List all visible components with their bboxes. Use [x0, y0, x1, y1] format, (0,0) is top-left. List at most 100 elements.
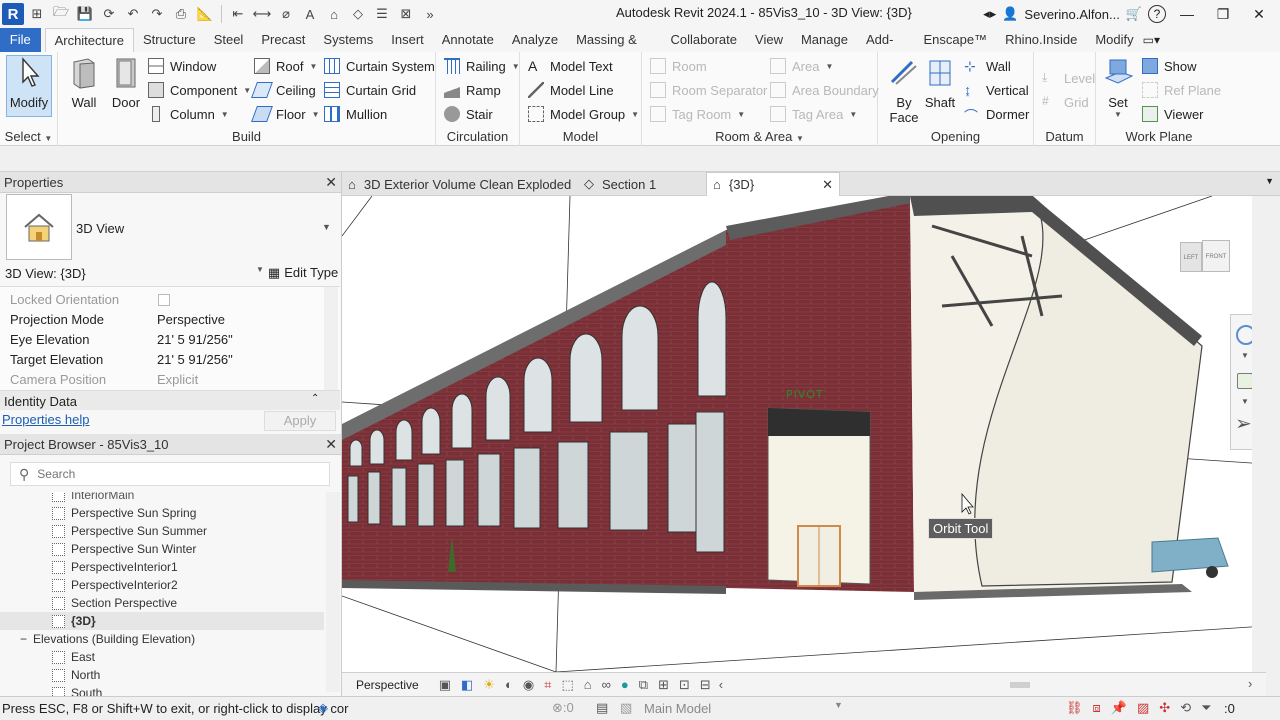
edit-type-button[interactable]: ▼ ▦ Edit Type	[256, 265, 338, 281]
doc-tab[interactable]: ◇ Section 1	[578, 172, 706, 196]
area-boundary-button[interactable]: Area Boundary	[770, 79, 879, 101]
drag-elements-icon[interactable]: ✣	[1159, 700, 1170, 716]
list-item[interactable]: North	[52, 666, 100, 684]
detail-level-icon[interactable]: ▣	[439, 677, 451, 693]
wall-opening-button[interactable]: ⊹ Wall	[964, 55, 1011, 77]
cart-icon[interactable]: 🛒	[1126, 6, 1142, 22]
tab-structure[interactable]: Structure	[134, 28, 205, 52]
tag-room-button[interactable]: Tag Room ▼	[650, 103, 745, 125]
unlocked-3d-icon[interactable]: ⌂	[584, 677, 592, 693]
tab-systems[interactable]: Systems	[314, 28, 382, 52]
undo-icon[interactable]: ↶	[122, 3, 144, 25]
select-underlay-icon[interactable]: ⧈	[1093, 700, 1101, 716]
viewer-button[interactable]: Viewer	[1142, 103, 1204, 125]
thin-lines-icon[interactable]: ☰	[371, 3, 393, 25]
tab-annotate[interactable]: Annotate	[433, 28, 503, 52]
horizontal-scroll-thumb[interactable]	[1010, 682, 1030, 688]
open-icon[interactable]: 🗁	[50, 3, 72, 25]
print-icon[interactable]: ⎙	[170, 3, 192, 25]
worksharing-icon[interactable]: ⧉	[639, 677, 648, 693]
select-links-icon[interactable]: ⛓	[1066, 700, 1083, 716]
tab-collaborate[interactable]: Collaborate	[662, 28, 747, 52]
revit-logo[interactable]: R	[2, 3, 24, 25]
select-by-face-icon[interactable]: ▨	[1137, 700, 1149, 716]
wall-button[interactable]: Wall	[62, 56, 106, 110]
close-icon[interactable]: ✕	[325, 174, 337, 191]
close-icon[interactable]: ✕	[325, 436, 337, 453]
list-item[interactable]: Perspective Sun Winter	[52, 540, 196, 558]
ceiling-button[interactable]: Ceiling	[251, 79, 316, 101]
doc-tab[interactable]: ⌂ 3D Exterior Volume Clean Exploded	[342, 172, 578, 196]
close-button[interactable]: ✕	[1244, 6, 1274, 23]
viewcube-front-face[interactable]: FRONT	[1202, 240, 1230, 272]
3d-viewport[interactable]: PIVOT Orbit Tool LEFT FRONT ▼ ▼ ➢	[342, 196, 1266, 672]
door-button[interactable]: Door	[104, 56, 148, 110]
level-button[interactable]: ⤓ Level	[1042, 67, 1095, 89]
section-icon[interactable]: ◇	[347, 3, 369, 25]
tab-analyze[interactable]: Analyze	[503, 28, 567, 52]
dropdown-icon[interactable]: ▼	[1241, 351, 1249, 360]
tab-modify[interactable]: Modify	[1086, 28, 1142, 52]
tab-architecture[interactable]: Architecture	[44, 28, 134, 52]
tab-rhino-inside[interactable]: Rhino.Inside	[996, 28, 1086, 52]
zoom-icon[interactable]	[1237, 373, 1253, 389]
measure-icon[interactable]: 📐	[194, 3, 216, 25]
ramp-button[interactable]: Ramp	[444, 79, 501, 101]
stair-button[interactable]: Stair	[444, 103, 493, 125]
tag-area-button[interactable]: Tag Area ▼	[770, 103, 857, 125]
selection-count[interactable]: ⊗:0	[552, 700, 574, 716]
tab-massing-site[interactable]: Massing & Site	[567, 28, 661, 71]
temporary-properties-icon[interactable]: ⊞	[658, 677, 669, 693]
browser-scrollbar[interactable]	[326, 492, 340, 692]
help-icon[interactable]: ?	[1148, 5, 1166, 23]
scroll-right-icon[interactable]: ›	[1248, 676, 1252, 691]
set-button[interactable]: Set ▼	[1096, 56, 1140, 119]
set-dropdown-icon[interactable]: ▼	[1096, 110, 1140, 119]
background-process-icon[interactable]: ⟲	[1180, 700, 1191, 716]
text-icon[interactable]: A	[299, 3, 321, 25]
active-design-option[interactable]: Main Model	[644, 701, 711, 716]
collapse-icon[interactable]: ⌃	[311, 393, 319, 404]
viewcube-left-face[interactable]: LEFT	[1180, 242, 1202, 272]
crop-view-icon[interactable]: ⌗	[544, 677, 551, 693]
home-icon[interactable]: ⊞	[26, 3, 48, 25]
highlight-displacement-icon[interactable]: ⊟	[700, 677, 711, 693]
list-item[interactable]: East	[52, 648, 95, 666]
info-center-icon[interactable]: ◂▸	[983, 6, 996, 22]
visual-style-icon[interactable]: ◧	[461, 677, 473, 693]
railing-button[interactable]: Railing ▼	[444, 55, 520, 77]
curtain-system-button[interactable]: Curtain System	[324, 55, 435, 77]
collapse-icon[interactable]: −	[20, 632, 27, 646]
model-group-button[interactable]: Model Group ▼	[528, 103, 639, 125]
area-button[interactable]: Area ▼	[770, 55, 833, 77]
save-icon[interactable]: 💾	[74, 3, 96, 25]
3d-view-icon[interactable]: ⌂	[323, 3, 345, 25]
type-preview[interactable]	[6, 194, 72, 260]
tab-enscape[interactable]: Enscape™	[914, 28, 996, 52]
dropdown-icon[interactable]: ▼	[834, 700, 843, 710]
mullion-button[interactable]: Mullion	[324, 103, 387, 125]
tree-group[interactable]: − Elevations (Building Elevation)	[20, 630, 195, 648]
column-button[interactable]: Column ▼	[148, 103, 229, 125]
list-item[interactable]: InteriorMain	[52, 492, 134, 504]
viewport-scrollbar[interactable]	[1252, 196, 1266, 672]
user-icon[interactable]: 👤	[1002, 6, 1018, 22]
list-item[interactable]: Section Perspective	[52, 594, 177, 612]
restore-button[interactable]: ❐	[1208, 6, 1238, 23]
sun-path-icon[interactable]: ☀	[483, 677, 495, 693]
instance-filter[interactable]: 3D View: {3D}	[5, 266, 86, 281]
minimize-button[interactable]: —	[1172, 6, 1202, 22]
ref-plane-button[interactable]: Ref Plane	[1142, 79, 1221, 101]
tab-file[interactable]: File	[0, 28, 41, 52]
tab-add-ins[interactable]: Add-Ins	[857, 28, 915, 71]
tab-insert[interactable]: Insert	[382, 28, 433, 52]
window-button[interactable]: Window	[148, 55, 216, 77]
select-panel-label[interactable]: Select ▼	[0, 129, 57, 144]
identity-data-group[interactable]: Identity Data ⌃	[0, 390, 340, 410]
roof-button[interactable]: Roof ▼	[254, 55, 317, 77]
room-button[interactable]: Room	[650, 55, 707, 77]
walk-icon[interactable]: ➢	[1235, 411, 1252, 436]
dormer-button[interactable]: ⌒ Dormer	[964, 103, 1029, 125]
close-hidden-icon[interactable]: ⊠	[395, 3, 417, 25]
model-line-button[interactable]: Model Line	[528, 79, 614, 101]
